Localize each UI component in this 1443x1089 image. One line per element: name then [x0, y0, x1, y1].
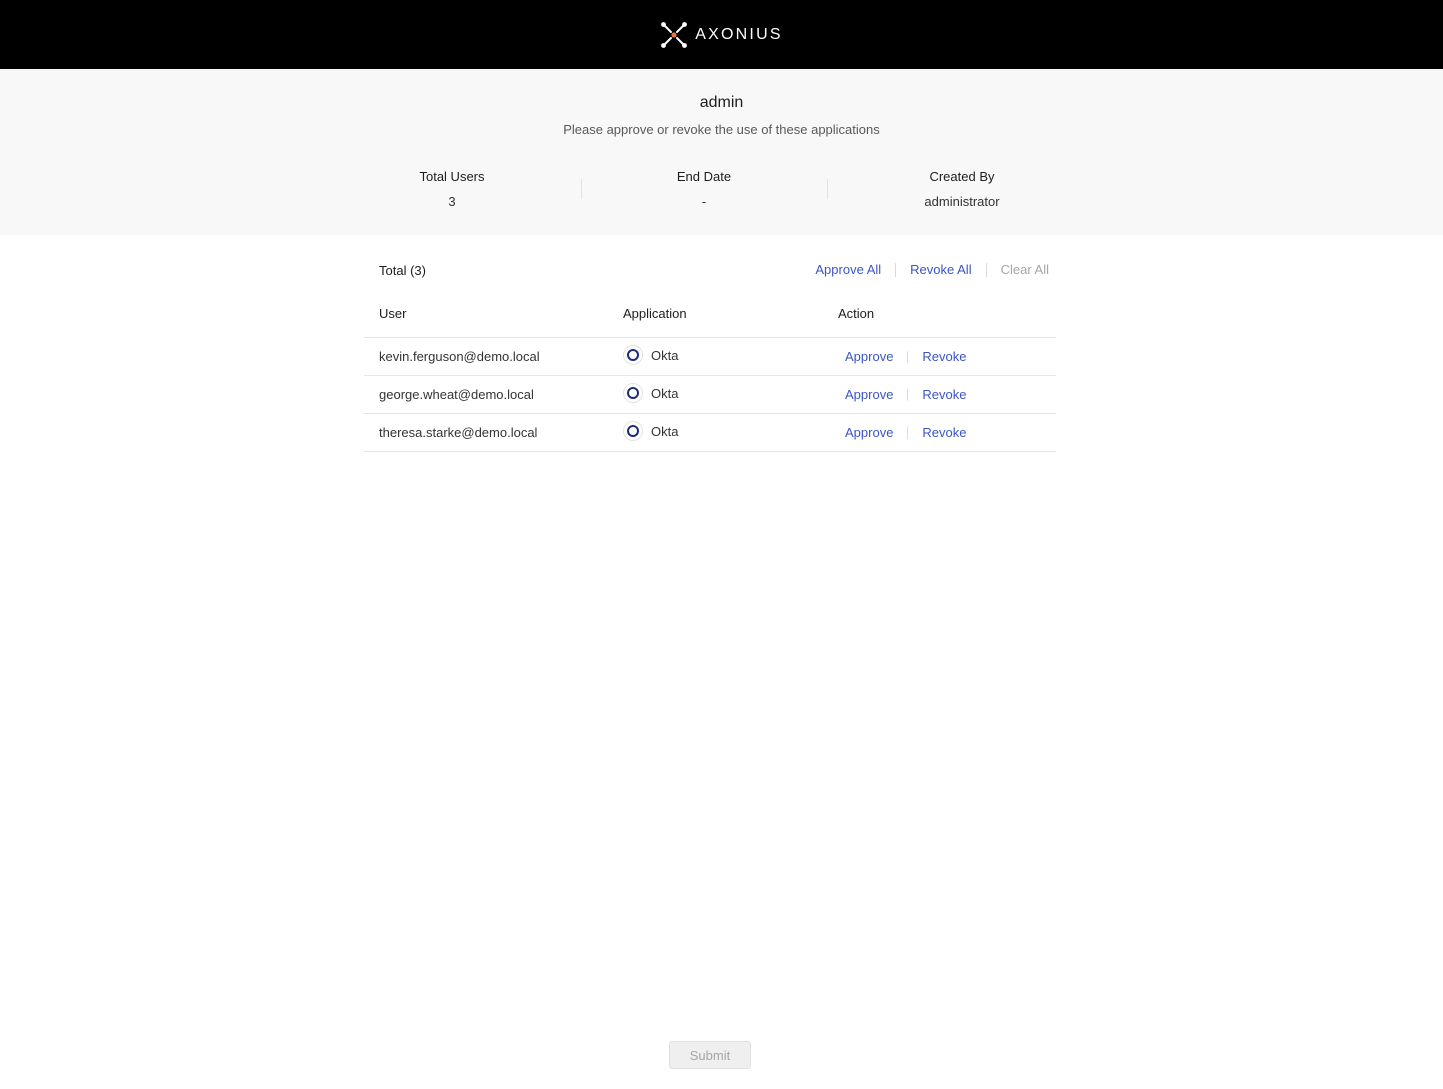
approve-all-button[interactable]: Approve All: [815, 262, 881, 277]
stat-divider: [827, 179, 828, 199]
logo-wordmark: AXONIUS: [695, 25, 783, 43]
stat-label: Total Users: [419, 169, 485, 184]
user-email: george.wheat@demo.local: [379, 387, 534, 402]
table-toolbar: Total (3) Approve All Revoke All Clear A…: [364, 235, 1056, 305]
approve-button[interactable]: Approve: [845, 349, 893, 364]
bulk-actions: Approve All Revoke All Clear All: [815, 262, 1049, 277]
stat-value: -: [701, 194, 707, 209]
stat-total-users: Total Users 3: [327, 169, 577, 210]
top-bar: AXONIUS: [0, 0, 1443, 69]
okta-icon: [623, 421, 643, 441]
application-name: Okta: [651, 423, 679, 439]
page-title: admin: [699, 94, 744, 111]
user-email: theresa.starke@demo.local: [379, 425, 538, 440]
approve-button[interactable]: Approve: [845, 387, 893, 402]
stat-label: Created By: [929, 169, 995, 184]
divider: [907, 426, 909, 439]
revoke-button[interactable]: Revoke: [922, 387, 966, 402]
submit-button[interactable]: Submit: [669, 1041, 751, 1069]
approve-button[interactable]: Approve: [845, 425, 893, 440]
users-table: Total (3) Approve All Revoke All Clear A…: [364, 235, 1056, 452]
revoke-all-button[interactable]: Revoke All: [910, 262, 971, 277]
stat-label: End Date: [676, 169, 732, 184]
table-row: george.wheat@demo.local Okta Approve Rev…: [364, 376, 1056, 414]
okta-icon: [623, 345, 643, 365]
table-header: User Application Action: [364, 305, 1056, 338]
column-header-application: Application: [623, 306, 687, 321]
clear-all-button[interactable]: Clear All: [1001, 262, 1049, 277]
row-actions: Approve Revoke: [845, 425, 967, 440]
application-cell: Okta: [623, 383, 678, 403]
user-email: kevin.ferguson@demo.local: [379, 349, 540, 364]
application-name: Okta: [651, 347, 679, 363]
divider: [985, 262, 987, 277]
row-actions: Approve Revoke: [845, 387, 967, 402]
table-row: kevin.ferguson@demo.local Okta Approve R…: [364, 338, 1056, 376]
okta-icon: [623, 383, 643, 403]
total-count: Total (3): [379, 263, 426, 278]
page-subtitle: Please approve or revoke the use of thes…: [563, 122, 880, 137]
stat-value: administrator: [924, 194, 1000, 209]
revoke-button[interactable]: Revoke: [922, 425, 966, 440]
table-row: theresa.starke@demo.local Okta Approve R…: [364, 414, 1056, 452]
divider: [895, 262, 897, 277]
stat-value: 3: [448, 194, 456, 209]
application-cell: Okta: [623, 421, 678, 441]
divider: [907, 350, 909, 363]
axonius-logo-icon: [661, 21, 688, 48]
application-cell: Okta: [623, 345, 678, 365]
column-header-action: Action: [838, 306, 875, 321]
column-header-user: User: [379, 306, 407, 321]
divider: [907, 388, 909, 401]
stat-created-by: Created By administrator: [837, 169, 1087, 210]
row-actions: Approve Revoke: [845, 349, 967, 364]
revoke-button[interactable]: Revoke: [922, 349, 966, 364]
axonius-logo: AXONIUS: [660, 21, 782, 49]
stat-end-date: End Date -: [579, 169, 829, 210]
application-name: Okta: [651, 385, 679, 401]
request-summary: admin Please approve or revoke the use o…: [0, 69, 1443, 235]
